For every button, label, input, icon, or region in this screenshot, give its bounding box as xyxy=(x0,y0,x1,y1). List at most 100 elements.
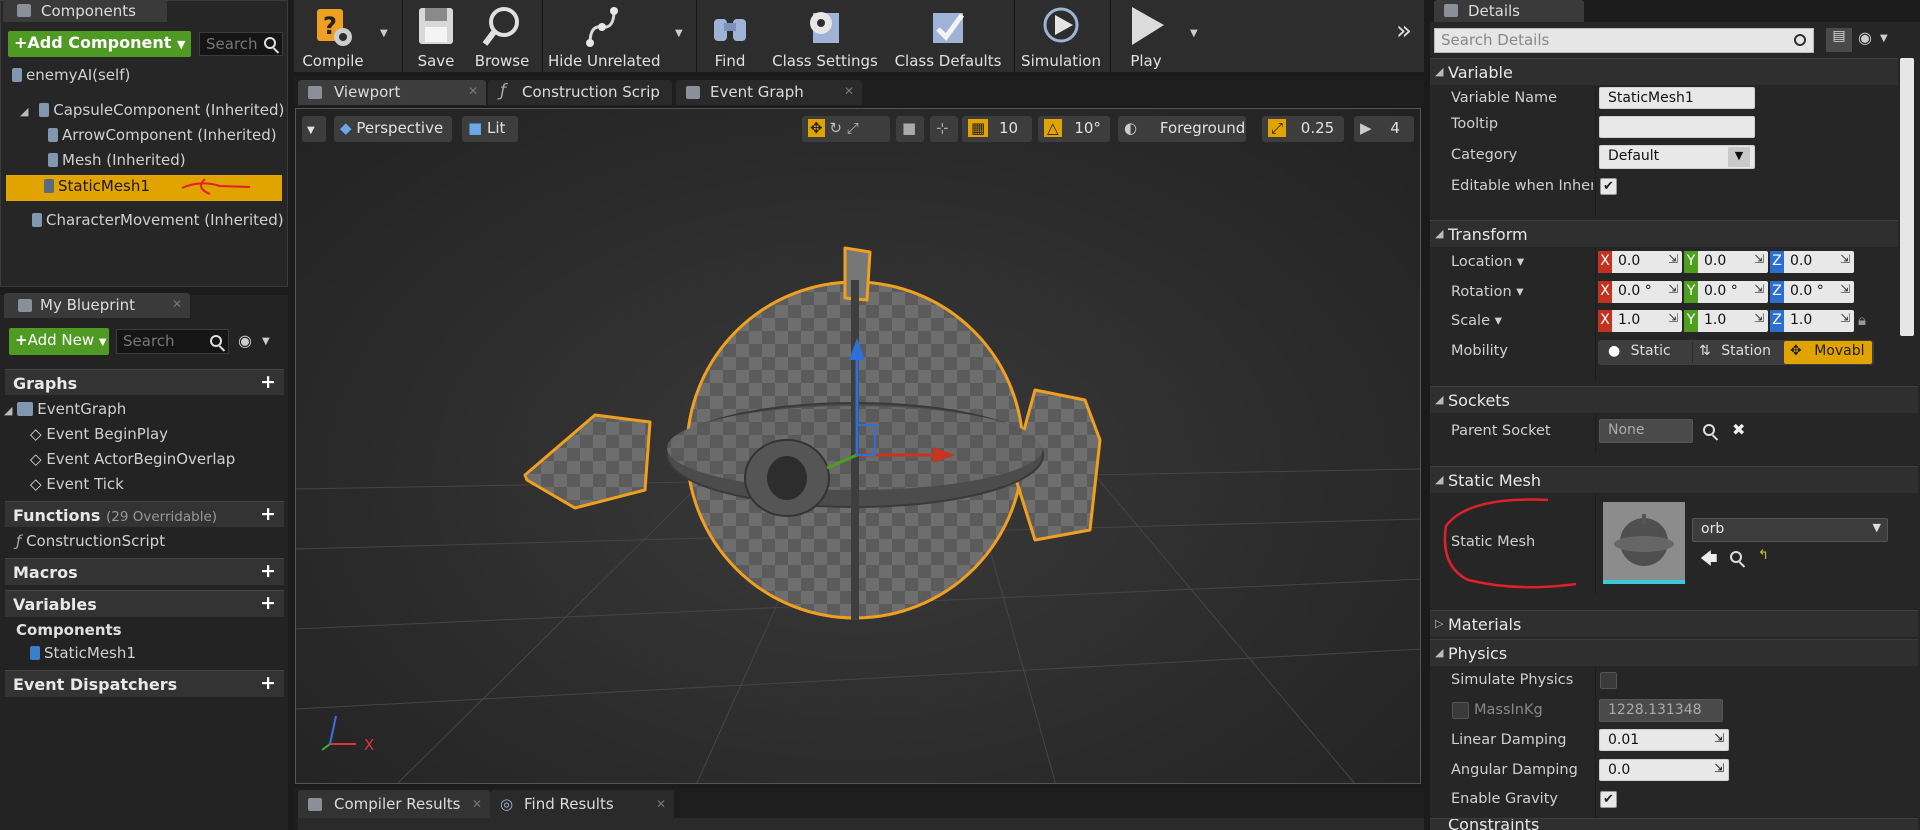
location-x-field[interactable]: 0.0 xyxy=(1612,251,1682,273)
add-graph-icon[interactable]: + xyxy=(260,371,276,393)
camera-speed-group[interactable]: ▶ 4 xyxy=(1354,116,1414,142)
class-settings-button[interactable]: Class Settings xyxy=(770,0,880,72)
rotation-y-field[interactable]: 0.0 ° xyxy=(1698,281,1768,303)
search-icon[interactable] xyxy=(264,37,276,49)
layer-icon[interactable]: ◐ xyxy=(1124,119,1137,137)
graph-item-eventgraph[interactable]: ◢ EventGraph xyxy=(4,400,126,418)
location-z-field[interactable]: 0.0 xyxy=(1784,251,1854,273)
section-materials[interactable]: ▷ Materials xyxy=(1430,610,1918,637)
scale-snap-icon[interactable]: ⤢ xyxy=(1268,119,1287,137)
play-options-chevron-icon[interactable]: ▼ xyxy=(1190,28,1198,39)
function-item-constructionscript[interactable]: ƒ ConstructionScript xyxy=(16,532,165,550)
tab-details[interactable]: Details xyxy=(1434,0,1584,22)
add-dispatcher-icon[interactable]: + xyxy=(260,672,276,694)
lock-icon[interactable]: 🔒︎ xyxy=(1858,311,1866,329)
rotation-z-field[interactable]: 0.0 ° xyxy=(1784,281,1854,303)
search-icon[interactable] xyxy=(210,335,222,347)
play-button[interactable]: Play xyxy=(1116,0,1176,72)
tooltip-field[interactable] xyxy=(1599,116,1755,138)
close-icon[interactable]: ✕ xyxy=(172,297,182,311)
browse-button[interactable]: Browse xyxy=(470,0,534,72)
rotate-icon[interactable]: ↻ xyxy=(829,119,842,137)
close-icon[interactable]: ✕ xyxy=(656,797,666,811)
viewport-options-button[interactable]: ▼ xyxy=(302,116,326,142)
section-static-mesh[interactable]: ◢ Static Mesh xyxy=(1430,466,1918,493)
eye-icon[interactable]: ◉ xyxy=(238,331,252,350)
enable-gravity-checkbox[interactable]: ✔ xyxy=(1600,791,1617,808)
scale-snap-group[interactable]: ⤢ 0.25 xyxy=(1262,116,1344,142)
section-event-dispatchers[interactable]: Event Dispatchers + xyxy=(5,670,284,697)
event-item-beginplay[interactable]: ◇ Event BeginPlay xyxy=(30,425,168,443)
parent-socket-field[interactable]: None xyxy=(1599,419,1693,443)
chevron-down-icon[interactable]: ▼ xyxy=(262,336,270,347)
angular-damping-field[interactable]: 0.0 ⇲ xyxy=(1599,759,1729,781)
variable-name-field[interactable]: StaticMesh1 xyxy=(1599,87,1755,109)
scale-z-field[interactable]: 1.0 xyxy=(1784,310,1854,332)
add-component-button[interactable]: +Add Component ▼ xyxy=(8,31,191,57)
variables-components-category[interactable]: Components xyxy=(16,621,122,639)
simulation-button[interactable]: Simulation xyxy=(1020,0,1102,72)
search-icon[interactable] xyxy=(1794,34,1806,46)
category-select[interactable]: Default ▼ xyxy=(1599,145,1755,169)
event-item-tick[interactable]: ◇ Event Tick xyxy=(30,475,124,493)
component-item-arrow[interactable]: ArrowComponent (Inherited) xyxy=(48,126,277,144)
close-icon[interactable]: ✕ xyxy=(472,797,482,811)
scale-label[interactable]: Scale ▾ xyxy=(1451,313,1502,329)
event-item-overlap[interactable]: ◇ Event ActorBeginOverlap xyxy=(30,450,235,468)
find-button[interactable]: Find xyxy=(700,0,760,72)
expand-arrow-icon[interactable]: ▷ xyxy=(1435,617,1443,630)
rotation-label[interactable]: Rotation ▾ xyxy=(1451,284,1524,300)
section-functions[interactable]: Functions (29 Overridable) + xyxy=(5,501,284,527)
section-variable[interactable]: ◢ Variable xyxy=(1430,58,1898,85)
chevron-down-icon[interactable]: ▼ xyxy=(1880,33,1888,44)
surface-snap-button[interactable]: ⊹ xyxy=(930,116,958,142)
orb-static-mesh[interactable] xyxy=(515,240,1105,630)
tab-event-graph[interactable]: Event Graph ✕ xyxy=(676,80,862,105)
mobility-static-option[interactable]: ● Static xyxy=(1602,342,1690,363)
toolbar-overflow-icon[interactable]: » xyxy=(1396,16,1412,46)
rotation-snap-group[interactable]: △ 10° xyxy=(1038,116,1110,142)
scale-x-field[interactable]: 1.0 xyxy=(1612,310,1682,332)
compile-button[interactable]: ? Compile xyxy=(298,0,368,72)
location-label[interactable]: Location ▾ xyxy=(1451,254,1524,270)
location-y-field[interactable]: 0.0 xyxy=(1698,251,1768,273)
section-physics[interactable]: ◢ Physics xyxy=(1430,639,1918,666)
world-local-button[interactable]: ■ xyxy=(896,116,924,142)
perspective-button[interactable]: ◆ Perspective xyxy=(334,116,452,142)
hide-unrelated-chevron-icon[interactable]: ▼ xyxy=(675,28,683,39)
reset-to-default-icon[interactable]: ↰ xyxy=(1758,548,1769,563)
rotation-x-field[interactable]: 0.0 ° xyxy=(1612,281,1682,303)
browse-search-icon[interactable] xyxy=(1730,551,1742,563)
mobility-station-option[interactable]: ⇅ Station xyxy=(1692,342,1780,363)
clear-icon[interactable]: ✖ xyxy=(1732,420,1745,439)
collapse-arrow-icon[interactable]: ◢ xyxy=(1435,646,1443,659)
add-variable-icon[interactable]: + xyxy=(260,592,276,614)
tab-my-blueprint[interactable]: My Blueprint ✕ xyxy=(4,293,190,318)
translate-icon[interactable]: ✥ xyxy=(808,119,825,137)
collapse-arrow-icon[interactable]: ◢ xyxy=(1435,227,1443,240)
simulate-physics-checkbox[interactable] xyxy=(1600,672,1617,689)
collapse-arrow-icon[interactable]: ◢ xyxy=(1435,473,1443,486)
editable-when-inherited-checkbox[interactable]: ✔ xyxy=(1600,178,1617,195)
component-item-capsule[interactable]: ◢ CapsuleComponent (Inherited) xyxy=(20,101,284,119)
add-macro-icon[interactable]: + xyxy=(260,560,276,582)
collapse-arrow-icon[interactable]: ◢ xyxy=(4,404,12,417)
section-constraints[interactable]: Constraints xyxy=(1430,818,1918,830)
details-scrollbar[interactable] xyxy=(1900,58,1914,336)
angle-icon[interactable]: △ xyxy=(1044,119,1062,137)
variable-item-staticmesh[interactable]: StaticMesh1 xyxy=(30,644,136,662)
mass-override-checkbox[interactable] xyxy=(1452,702,1469,719)
tab-viewport[interactable]: Viewport ✕ xyxy=(298,80,486,105)
tab-find-results[interactable]: ◎ Find Results ✕ xyxy=(490,790,674,818)
component-item-movement[interactable]: CharacterMovement (Inherited) xyxy=(32,211,284,229)
use-selected-arrow-icon[interactable]: 🡄 xyxy=(1700,546,1718,575)
compile-options-chevron-icon[interactable]: ▼ xyxy=(380,28,388,39)
grid-snap-group[interactable]: ▦ 10 xyxy=(962,116,1032,142)
tab-components[interactable]: Components xyxy=(3,0,167,22)
layer-group[interactable]: ◐ Foreground xyxy=(1118,116,1246,142)
collapse-arrow-icon[interactable]: ◢ xyxy=(20,105,28,118)
class-defaults-button[interactable]: Class Defaults xyxy=(892,0,1004,72)
static-mesh-select[interactable]: orb ▼ xyxy=(1692,518,1888,542)
scale-y-field[interactable]: 1.0 xyxy=(1698,310,1768,332)
section-graphs[interactable]: Graphs + xyxy=(5,369,284,395)
